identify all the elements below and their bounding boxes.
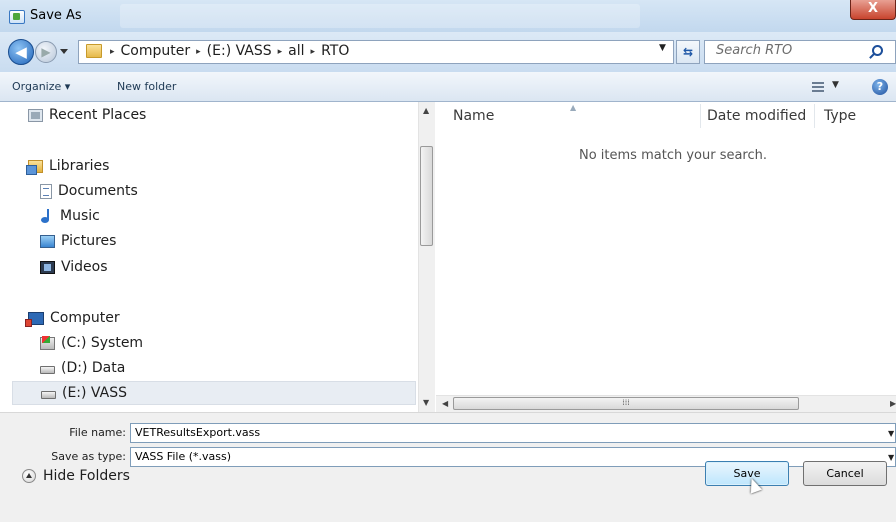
breadcrumb: ▸ Computer ▸ (E:) VASS ▸ all ▸ RTO [110,43,349,61]
hide-folders-label: Hide Folders [43,468,130,484]
drive-icon [41,391,56,399]
folder-icon [86,44,102,58]
recent-pages-dropdown-icon[interactable] [60,49,68,54]
file-name-label: File name: [69,426,126,439]
computer-icon [25,311,44,327]
hide-folders-button[interactable]: Hide Folders [22,468,130,484]
scroll-left-icon[interactable]: ◀ [442,399,448,408]
nav-item-drive-e[interactable]: (E:) VASS [12,381,416,405]
cancel-button[interactable]: Cancel [803,461,887,486]
views-dropdown-icon[interactable]: ▼ [832,80,839,90]
breadcrumb-separator-icon[interactable]: ▸ [278,43,283,61]
videos-icon [40,260,55,274]
nav-item-videos[interactable]: Videos [40,259,108,275]
nav-item-label: Pictures [61,233,117,249]
nav-item-documents[interactable]: Documents [40,183,138,199]
recent-places-icon [28,108,43,122]
save-as-dialog-icon [9,10,25,24]
column-divider[interactable] [700,104,701,128]
nav-item-label: (E:) VASS [62,385,127,401]
nav-item-label: Recent Places [49,107,147,123]
nav-item-recent-places[interactable]: Recent Places [28,107,146,123]
save-as-type-label: Save as type: [51,450,126,463]
column-divider[interactable] [814,104,815,128]
scroll-right-icon[interactable]: ▶ [890,399,896,408]
breadcrumb-drive-e[interactable]: (E:) VASS [207,43,272,61]
breadcrumb-all[interactable]: all [288,43,304,61]
empty-results-message: No items match your search. [579,148,768,163]
music-icon [40,208,54,224]
nav-item-drive-c[interactable]: (C:) System [40,335,143,351]
scroll-up-icon[interactable]: ▲ [423,106,429,115]
window-title: Save As [30,8,82,23]
views-icon[interactable] [812,82,824,92]
back-button[interactable]: ◀ [8,39,34,65]
scroll-down-icon[interactable]: ▼ [423,398,429,407]
nav-item-label: (D:) Data [61,360,126,376]
sort-indicator-icon: ▲ [570,103,577,112]
breadcrumb-separator-icon[interactable]: ▸ [110,43,115,61]
nav-scrollbar-thumb[interactable] [420,146,433,246]
search-input[interactable] [716,43,866,58]
new-folder-button[interactable]: New folder [117,80,176,93]
documents-icon [40,183,52,199]
drive-icon [40,366,55,374]
file-name-field[interactable]: VETResultsExport.vass [130,423,896,443]
nav-item-music[interactable]: Music [40,208,100,224]
file-name-dropdown-icon[interactable]: ▼ [888,429,894,438]
collapse-icon [22,469,36,483]
nav-item-label: Libraries [49,158,110,174]
system-drive-icon [40,335,55,350]
address-dropdown-icon[interactable]: ▼ [659,43,666,53]
horizontal-scrollbar-thumb[interactable]: ⁞⁞⁞ [453,397,799,410]
column-type[interactable]: Type [824,108,856,124]
nav-item-label: Videos [61,259,108,275]
nav-item-computer[interactable]: Computer [25,310,120,327]
help-icon[interactable]: ? [872,79,888,95]
forward-button[interactable]: ▶ [35,41,57,63]
nav-item-pictures[interactable]: Pictures [40,233,116,249]
breadcrumb-rto[interactable]: RTO [321,43,349,61]
nav-item-label: Documents [58,183,138,199]
title-bar [0,0,896,32]
column-date-modified[interactable]: Date modified [707,108,806,124]
nav-item-label: (C:) System [61,335,144,351]
nav-item-drive-d[interactable]: (D:) Data [40,360,125,376]
breadcrumb-separator-icon[interactable]: ▸ [196,43,201,61]
nav-item-label: Music [60,208,100,224]
organize-button[interactable]: Organize ▾ [12,80,70,93]
background-window-ghost [120,4,640,28]
refresh-icon[interactable]: ⇆ [676,40,700,64]
save-as-type-dropdown-icon[interactable]: ▼ [888,453,894,462]
nav-item-libraries[interactable]: Libraries [26,158,110,175]
libraries-icon [26,159,43,175]
column-name[interactable]: Name [453,108,494,124]
close-button[interactable]: X [850,0,896,20]
search-icon[interactable] [872,45,883,56]
pictures-icon [40,234,55,248]
nav-item-label: Computer [50,310,120,326]
breadcrumb-separator-icon[interactable]: ▸ [311,43,316,61]
breadcrumb-computer[interactable]: Computer [121,43,191,61]
